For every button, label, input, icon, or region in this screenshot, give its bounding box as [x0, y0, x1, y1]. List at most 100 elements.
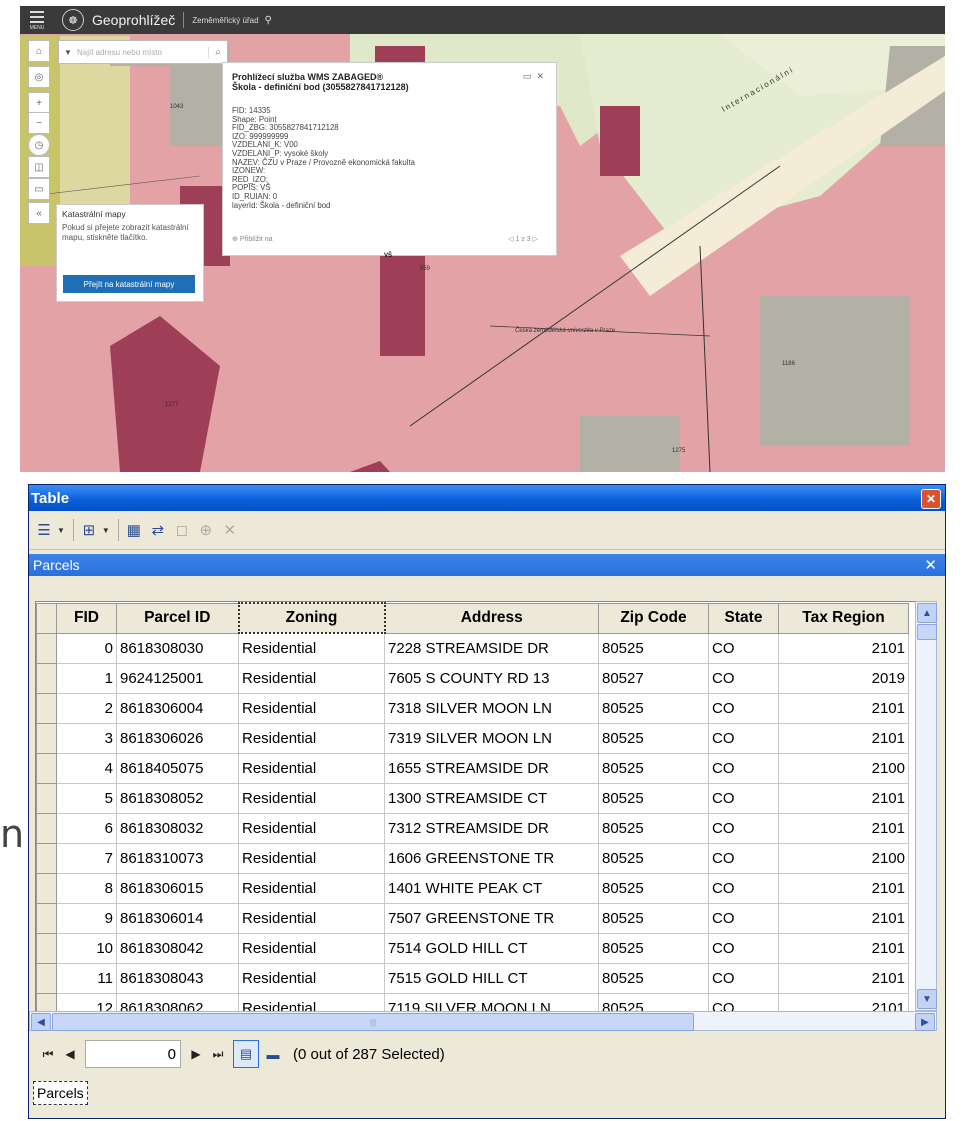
table-row[interactable]: 10 8618308042 Residential 7514 GOLD HILL CT…	[36, 933, 909, 964]
row-selector[interactable]	[36, 723, 57, 754]
table-cell[interactable]: CO	[708, 933, 779, 964]
table-cell[interactable]: CO	[708, 632, 779, 664]
table-cell[interactable]: 9624125001	[116, 663, 239, 694]
table-cell[interactable]: 7319 SILVER MOON LN	[384, 723, 599, 754]
column-header-parcel-id[interactable]: Parcel ID	[116, 602, 239, 634]
table-cell[interactable]: 9	[56, 903, 117, 934]
table-cell[interactable]: CO	[708, 813, 779, 844]
close-icon[interactable]: ✕	[536, 71, 544, 81]
table-cell[interactable]: 80525	[598, 903, 709, 934]
table-row[interactable]: 9 8618306014 Residential 7507 GREENSTONE TR…	[36, 903, 909, 934]
row-selector[interactable]	[36, 963, 57, 994]
table-cell[interactable]: CO	[708, 723, 779, 754]
related-tables-icon[interactable]: ⊞	[78, 519, 100, 541]
select-by-attributes-icon[interactable]: ▦	[123, 519, 145, 541]
measure-icon[interactable]: ◫	[28, 156, 50, 178]
table-row[interactable]: 11 8618308043 Residential 7515 GOLD HILL CT…	[36, 963, 909, 994]
table-cell[interactable]: 8	[56, 873, 117, 904]
zoom-out-icon[interactable]: −	[28, 112, 50, 134]
table-cell[interactable]: Residential	[238, 933, 385, 964]
table-cell[interactable]: CO	[708, 873, 779, 904]
horizontal-scrollbar[interactable]: ◀ ||| ▶	[29, 1011, 937, 1031]
go-to-cadastral-button[interactable]: Přejít na katastrální mapy	[63, 275, 195, 293]
table-cell[interactable]: 8618308052	[116, 783, 239, 814]
popup-pager[interactable]: ◁ 1 z 3 ▷	[508, 235, 538, 243]
hamburger-menu-icon[interactable]: MENU	[26, 10, 48, 31]
table-cell[interactable]: 2100	[778, 843, 909, 874]
search-input[interactable]: Najít adresu nebo místo	[77, 48, 208, 57]
table-row[interactable]: 2 8618306004 Residential 7318 SILVER MOON L…	[36, 693, 909, 724]
row-selector[interactable]	[36, 843, 57, 874]
tab-parcels[interactable]: Parcels	[33, 1081, 88, 1105]
table-cell[interactable]: 7312 STREAMSIDE DR	[384, 813, 599, 844]
table-cell[interactable]: 80525	[598, 783, 709, 814]
table-cell[interactable]: Residential	[238, 632, 385, 664]
table-cell[interactable]: 2100	[778, 753, 909, 784]
table-cell[interactable]: 80525	[598, 873, 709, 904]
table-cell[interactable]: 7605 S COUNTY RD 13	[384, 663, 599, 694]
table-cell[interactable]: 1606 GREENSTONE TR	[384, 843, 599, 874]
vertical-scroll-thumb[interactable]	[917, 624, 937, 640]
first-record-icon[interactable]: ⏮	[37, 1047, 59, 1062]
table-cell[interactable]: 2101	[778, 873, 909, 904]
clear-selection-icon[interactable]: ◻	[171, 519, 193, 541]
scroll-up-icon[interactable]: ▲	[917, 603, 937, 623]
table-options-icon[interactable]: ☰	[33, 519, 55, 541]
table-cell[interactable]: 80525	[598, 632, 709, 664]
layers-icon[interactable]: ◎	[28, 66, 50, 88]
table-row[interactable]: 5 8618308052 Residential 1300 STREAMSIDE CT…	[36, 783, 909, 814]
table-row[interactable]: 4 8618405075 Residential 1655 STREAMSIDE DR…	[36, 753, 909, 784]
next-record-icon[interactable]: ▶	[185, 1047, 207, 1061]
table-cell[interactable]: 8618306014	[116, 903, 239, 934]
table-cell[interactable]: 80525	[598, 693, 709, 724]
table-cell[interactable]: 80527	[598, 663, 709, 694]
table-cell[interactable]: 8618306004	[116, 693, 239, 724]
collapse-icon[interactable]: «	[28, 202, 50, 224]
table-cell[interactable]: Residential	[238, 843, 385, 874]
table-cell[interactable]: 80525	[598, 813, 709, 844]
table-cell[interactable]: Residential	[238, 753, 385, 784]
table-cell[interactable]: 80525	[598, 963, 709, 994]
table-cell[interactable]: CO	[708, 663, 779, 694]
history-icon[interactable]: ◷	[28, 134, 50, 156]
table-cell[interactable]: 2101	[778, 813, 909, 844]
table-cell[interactable]: 0	[56, 632, 117, 664]
table-cell[interactable]: Residential	[238, 963, 385, 994]
table-cell[interactable]: 7515 GOLD HILL CT	[384, 963, 599, 994]
table-cell[interactable]: Residential	[238, 723, 385, 754]
table-cell[interactable]: 80525	[598, 753, 709, 784]
previous-record-icon[interactable]: ◀	[59, 1047, 81, 1061]
row-selector[interactable]	[36, 903, 57, 934]
table-cell[interactable]: 7228 STREAMSIDE DR	[384, 632, 599, 664]
table-cell[interactable]: 80525	[598, 933, 709, 964]
table-cell[interactable]: 7507 GREENSTONE TR	[384, 903, 599, 934]
table-cell[interactable]: 8618308030	[116, 632, 239, 664]
table-cell[interactable]: CO	[708, 693, 779, 724]
scroll-right-icon[interactable]: ▶	[915, 1013, 935, 1031]
table-cell[interactable]: 8618405075	[116, 753, 239, 784]
home-icon[interactable]: ⌂	[28, 40, 50, 62]
table-cell[interactable]: 1655 STREAMSIDE DR	[384, 753, 599, 784]
table-row[interactable]: 8 8618306015 Residential 1401 WHITE PEAK CT…	[36, 873, 909, 904]
row-selector[interactable]	[36, 693, 57, 724]
table-row[interactable]: 7 8618310073 Residential 1606 GREENSTONE TR…	[36, 843, 909, 874]
zoom-to-selected-icon[interactable]: ⊕	[195, 519, 217, 541]
row-selector[interactable]	[36, 813, 57, 844]
vertical-scrollbar[interactable]: ▲ ▼	[915, 601, 937, 1011]
table-row[interactable]: 0 8618308030 Residential 7228 STREAMSIDE DR…	[36, 632, 909, 664]
table-cell[interactable]: 2	[56, 693, 117, 724]
table-cell[interactable]: 8618310073	[116, 843, 239, 874]
table-cell[interactable]: 6	[56, 813, 117, 844]
table-cell[interactable]: 80525	[598, 843, 709, 874]
row-selector-header[interactable]	[36, 602, 57, 634]
print-icon[interactable]: ▭	[28, 178, 50, 200]
maximize-icon[interactable]: ▭	[523, 71, 532, 81]
table-cell[interactable]: CO	[708, 783, 779, 814]
table-cell[interactable]: 8618306026	[116, 723, 239, 754]
table-cell[interactable]: 2101	[778, 963, 909, 994]
column-header-zoning[interactable]: Zoning	[237, 602, 386, 634]
table-cell[interactable]: 1300 STREAMSIDE CT	[384, 783, 599, 814]
table-cell[interactable]: CO	[708, 963, 779, 994]
table-cell[interactable]: 80525	[598, 723, 709, 754]
table-row[interactable]: 6 8618308032 Residential 7312 STREAMSIDE DR…	[36, 813, 909, 844]
